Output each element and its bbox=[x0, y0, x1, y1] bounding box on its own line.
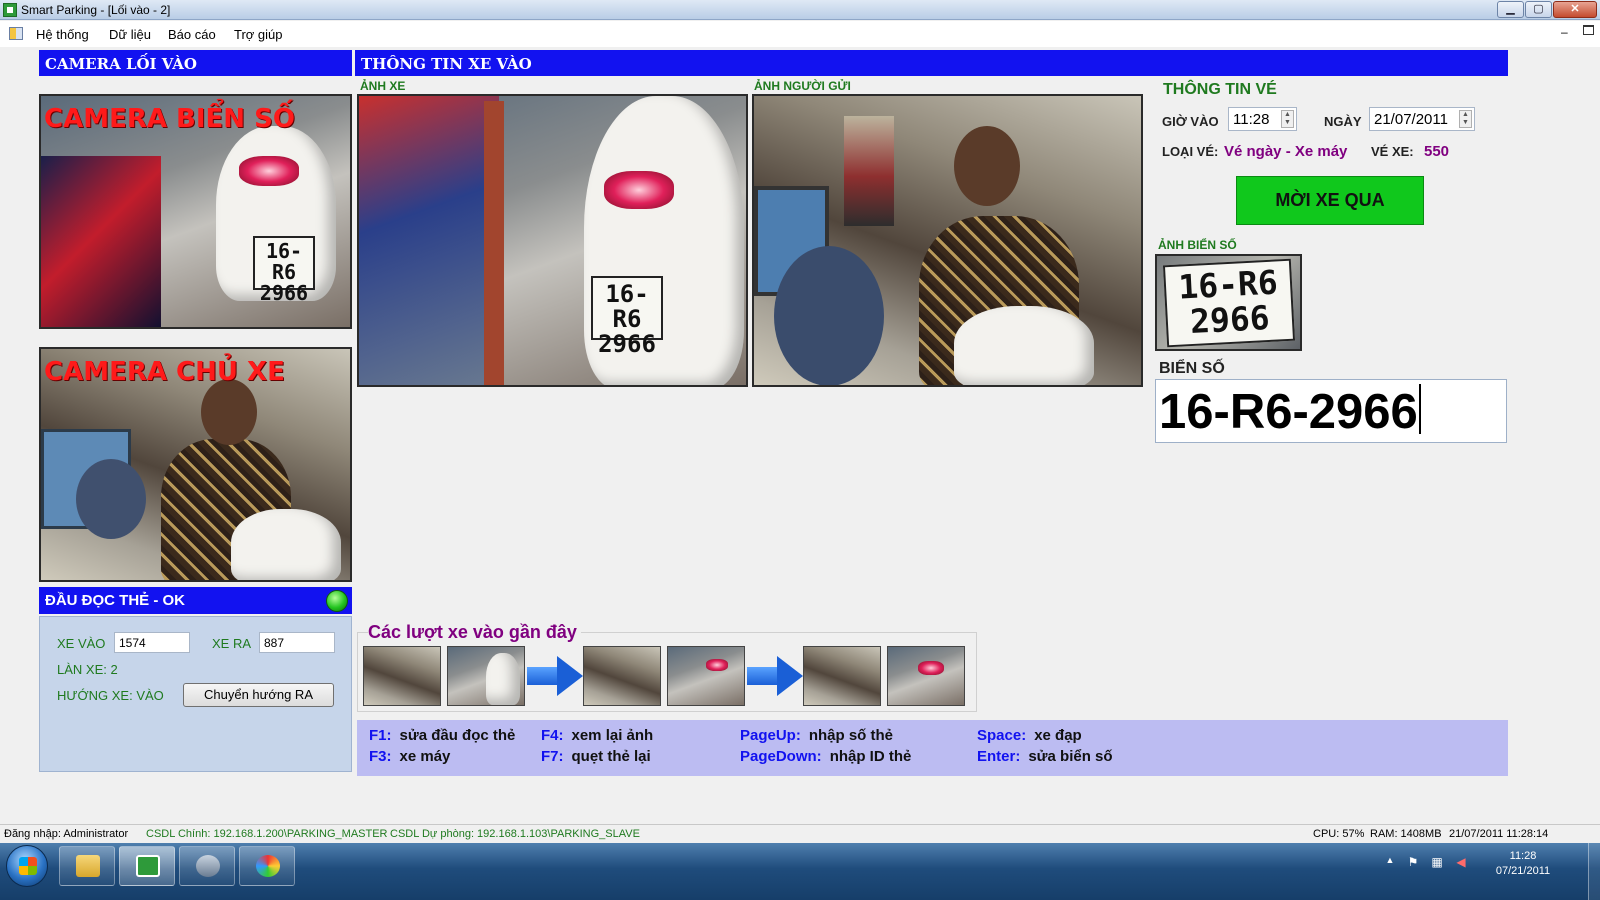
shortcut-enter: Enter: sửa biển số bbox=[977, 748, 1113, 765]
ticket-type-label: LOẠI VÉ: bbox=[1162, 144, 1219, 159]
menu-bar: Hệ thống Dữ liệu Báo cáo Trợ giúp – bbox=[0, 21, 1600, 47]
shortcut-pagedown: PageDown: nhập ID thẻ bbox=[740, 748, 912, 765]
paint-icon bbox=[256, 855, 280, 877]
date-value: 21/07/2011 bbox=[1374, 111, 1448, 128]
show-desktop-button[interactable] bbox=[1588, 843, 1600, 900]
lane-label: LÀN XE: 2 bbox=[57, 662, 118, 677]
card-reader-status: ĐẦU ĐỌC THẺ - OK bbox=[39, 587, 352, 614]
plate-text-line1: 16-R6 bbox=[265, 239, 303, 284]
db-backup-status: CSDL Dự phòng: 192.168.1.103\PARKING_SLA… bbox=[390, 828, 640, 840]
plate-label: BIỂN SỐ bbox=[1159, 360, 1225, 377]
datetime-status: 21/07/2011 11:28:14 bbox=[1449, 828, 1549, 840]
recent-thumb-plate-2[interactable] bbox=[667, 646, 745, 706]
tray-clock[interactable]: 11:28 07/21/2011 bbox=[1488, 849, 1558, 879]
menu-he-thong[interactable]: Hệ thống bbox=[36, 27, 89, 42]
vehicle-photo: 16-R6 2966 bbox=[357, 94, 748, 387]
ticket-number-label: VÉ XE: bbox=[1371, 144, 1414, 159]
xe-ra-label: XE RA bbox=[212, 636, 252, 651]
ram-status: RAM: 1408MB bbox=[1370, 828, 1442, 840]
taskbar-app-button[interactable] bbox=[179, 846, 235, 886]
date-field[interactable]: 21/07/2011 ▲ ▼ bbox=[1369, 107, 1475, 131]
plate-photo: 16-R6 2966 bbox=[1155, 254, 1302, 351]
arrow-right-icon bbox=[527, 656, 583, 696]
plate-text-line2: 2966 bbox=[259, 281, 309, 305]
start-button-icon[interactable] bbox=[6, 845, 48, 887]
time-in-field[interactable]: 11:28 ▲ ▼ bbox=[1228, 107, 1297, 131]
network-icon[interactable]: ▦ bbox=[1430, 855, 1444, 869]
menu-tro-giup[interactable]: Trợ giúp bbox=[234, 27, 283, 42]
sound-muted-icon[interactable]: ◀ bbox=[1454, 855, 1468, 869]
sender-photo-label: ẢNH NGƯỜI GỬI bbox=[754, 79, 851, 93]
vehicle-info-header: THÔNG TIN XE VÀO bbox=[355, 50, 1508, 76]
recent-thumb-plate-3[interactable] bbox=[887, 646, 965, 706]
direction-label: HƯỚNG XE: VÀO bbox=[57, 688, 164, 703]
xe-vao-count[interactable]: 1574 bbox=[114, 632, 190, 653]
recent-thumb-owner-2[interactable] bbox=[583, 646, 661, 706]
camera-plate-caption: CAMERA BIỂN SỐ bbox=[44, 104, 295, 134]
app-icon bbox=[3, 3, 17, 17]
clock-time: 11:28 bbox=[1509, 850, 1537, 862]
recent-thumb-owner-1[interactable] bbox=[363, 646, 441, 706]
status-led-icon bbox=[326, 590, 348, 612]
mdi-restore-icon[interactable] bbox=[1583, 25, 1594, 35]
cpu-status: CPU: 57% bbox=[1313, 828, 1365, 840]
taskbar-smartparking-button[interactable] bbox=[119, 846, 175, 886]
time-spinner-icon[interactable]: ▲ ▼ bbox=[1281, 110, 1294, 128]
minimize-button[interactable]: ▁ bbox=[1497, 1, 1524, 18]
text-caret bbox=[1418, 384, 1421, 434]
menu-du-lieu[interactable]: Dữ liệu bbox=[109, 27, 151, 42]
mdi-minimize-button[interactable]: – bbox=[1561, 25, 1568, 39]
arrow-right-icon bbox=[747, 656, 803, 696]
camera-app-icon bbox=[196, 855, 220, 877]
recent-entries-title: Các lượt xe vào gần đây bbox=[368, 622, 581, 643]
window-title: Smart Parking - [Lối vào - 2] bbox=[21, 3, 171, 17]
xe-ra-count[interactable]: 887 bbox=[259, 632, 335, 653]
shortcut-f7: F7: quẹt thẻ lại bbox=[541, 748, 651, 765]
shortcut-f1: F1: sửa đầu đọc thẻ bbox=[369, 727, 516, 744]
time-in-label: GIỜ VÀO bbox=[1162, 114, 1219, 129]
login-status: Đăng nhập: Administrator bbox=[4, 828, 129, 840]
shortcut-panel bbox=[357, 720, 1508, 776]
plate-photo-label: ẢNH BIỂN SỐ bbox=[1158, 238, 1237, 252]
taskbar-paint-button[interactable] bbox=[239, 846, 295, 886]
shortcut-f4: F4: xem lại ảnh bbox=[541, 727, 654, 744]
switch-direction-button[interactable]: Chuyển hướng RA bbox=[183, 683, 334, 707]
ticket-number-value: 550 bbox=[1424, 143, 1450, 160]
shortcut-pageup: PageUp: nhập số thẻ bbox=[740, 727, 894, 744]
vehicle-photo-label: ẢNH XE bbox=[360, 79, 406, 93]
clock-date: 07/21/2011 bbox=[1495, 865, 1551, 877]
date-label: NGÀY bbox=[1324, 114, 1362, 129]
tray-expand-icon[interactable]: ▲ bbox=[1383, 855, 1397, 869]
time-in-value: 11:28 bbox=[1233, 111, 1270, 128]
ticket-info-title: THÔNG TIN VÉ bbox=[1163, 81, 1277, 98]
plate-number-input[interactable]: 16-R6-2966 bbox=[1155, 379, 1507, 443]
sender-photo bbox=[752, 94, 1143, 387]
ticket-type-value: Vé ngày - Xe máy bbox=[1224, 143, 1348, 160]
folder-icon bbox=[76, 855, 100, 877]
camera-plate-view: 16-R6 2966 CAMERA BIỂN SỐ bbox=[39, 94, 352, 329]
date-spinner-icon[interactable]: ▲ ▼ bbox=[1459, 110, 1472, 128]
status-bar: Đăng nhập: Administrator CSDL Chính: 192… bbox=[0, 824, 1600, 843]
menu-bao-cao[interactable]: Báo cáo bbox=[168, 27, 216, 42]
xe-vao-label: XE VÀO bbox=[57, 636, 106, 651]
plate-number-value: 16-R6-2966 bbox=[1159, 385, 1418, 439]
action-center-flag-icon[interactable]: ⚑ bbox=[1406, 855, 1420, 869]
taskbar: ▲ ⚑ ▦ ◀ 11:28 07/21/2011 bbox=[0, 843, 1600, 900]
recent-thumb-plate-1[interactable] bbox=[447, 646, 525, 706]
camera-owner-caption: CAMERA CHỦ XE bbox=[44, 357, 285, 387]
camera-owner-view: CAMERA CHỦ XE bbox=[39, 347, 352, 582]
camera-header: CAMERA LỐI VÀO bbox=[39, 50, 352, 76]
db-main-status: CSDL Chính: 192.168.1.200\PARKING_MASTER bbox=[146, 828, 388, 840]
shortcut-space: Space: xe đạp bbox=[977, 727, 1082, 744]
taskbar-explorer-button[interactable] bbox=[59, 846, 115, 886]
smart-parking-icon bbox=[136, 855, 160, 877]
close-button[interactable]: ✕ bbox=[1553, 1, 1597, 18]
shortcut-f3: F3: xe máy bbox=[369, 748, 451, 765]
allow-vehicle-button[interactable]: MỜI XE QUA bbox=[1236, 176, 1424, 225]
recent-thumb-owner-3[interactable] bbox=[803, 646, 881, 706]
mdi-window-icon[interactable] bbox=[9, 27, 23, 40]
maximize-button[interactable]: ▢ bbox=[1525, 1, 1552, 18]
title-bar: Smart Parking - [Lối vào - 2] bbox=[0, 0, 1600, 20]
